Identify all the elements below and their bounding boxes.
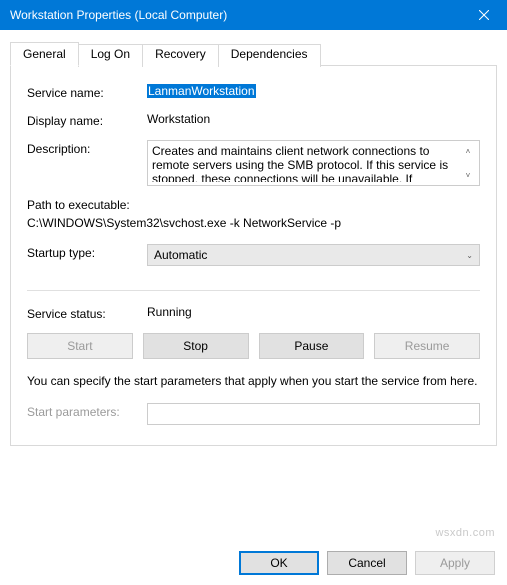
window-title: Workstation Properties (Local Computer) bbox=[10, 8, 461, 22]
service-status-label: Service status: bbox=[27, 305, 147, 321]
tab-logon[interactable]: Log On bbox=[78, 44, 143, 67]
tab-general[interactable]: General bbox=[10, 42, 79, 66]
start-button: Start bbox=[27, 333, 133, 359]
display-name-value: Workstation bbox=[147, 112, 480, 126]
start-parameters-input bbox=[147, 403, 480, 425]
tab-dependencies[interactable]: Dependencies bbox=[218, 44, 321, 67]
pause-button[interactable]: Pause bbox=[259, 333, 365, 359]
startup-type-value: Automatic bbox=[154, 248, 207, 262]
description-box: Creates and maintains client network con… bbox=[147, 140, 480, 186]
scroll-up-icon[interactable]: ˄ bbox=[461, 144, 475, 158]
path-label: Path to executable: bbox=[27, 198, 480, 212]
tab-recovery[interactable]: Recovery bbox=[142, 44, 219, 67]
titlebar: Workstation Properties (Local Computer) bbox=[0, 0, 507, 30]
description-text: Creates and maintains client network con… bbox=[152, 144, 459, 182]
service-status-value: Running bbox=[147, 305, 480, 319]
display-name-label: Display name: bbox=[27, 112, 147, 128]
dialog-content: General Log On Recovery Dependencies Ser… bbox=[0, 30, 507, 454]
dialog-footer: OK Cancel Apply bbox=[239, 551, 495, 575]
tab-panel-general: Service name: LanmanWorkstation Display … bbox=[10, 65, 497, 446]
watermark: wsxdn.com bbox=[435, 527, 495, 539]
ok-button[interactable]: OK bbox=[239, 551, 319, 575]
path-value: C:\WINDOWS\System32\svchost.exe -k Netwo… bbox=[27, 216, 480, 230]
stop-button[interactable]: Stop bbox=[143, 333, 249, 359]
startup-type-dropdown[interactable]: Automatic ⌄ bbox=[147, 244, 480, 266]
description-scrollbar: ˄ ˅ bbox=[461, 144, 475, 182]
scroll-down-icon[interactable]: ˅ bbox=[461, 168, 475, 182]
start-parameters-label: Start parameters: bbox=[27, 403, 147, 419]
service-name-value[interactable]: LanmanWorkstation bbox=[147, 84, 480, 98]
cancel-button[interactable]: Cancel bbox=[327, 551, 407, 575]
divider bbox=[27, 290, 480, 291]
chevron-down-icon: ⌄ bbox=[466, 251, 473, 260]
close-button[interactable] bbox=[461, 0, 507, 30]
close-icon bbox=[479, 10, 489, 20]
description-label: Description: bbox=[27, 140, 147, 156]
parameters-note: You can specify the start parameters tha… bbox=[27, 373, 480, 389]
service-name-label: Service name: bbox=[27, 84, 147, 100]
apply-button: Apply bbox=[415, 551, 495, 575]
startup-type-label: Startup type: bbox=[27, 244, 147, 260]
resume-button: Resume bbox=[374, 333, 480, 359]
tab-strip: General Log On Recovery Dependencies bbox=[10, 42, 497, 65]
